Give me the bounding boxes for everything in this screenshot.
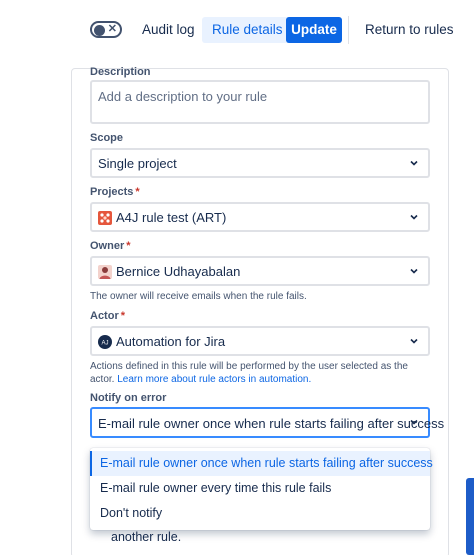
description-placeholder: Add a description to your rule [98, 89, 268, 104]
rule-toolbar: ✕ Audit log Rule details Update Return t… [0, 0, 474, 60]
rule-details-button[interactable]: Rule details [202, 17, 293, 43]
rule-enabled-toggle[interactable]: ✕ [90, 21, 122, 38]
actor-value: Automation for Jira [116, 334, 226, 349]
return-to-rules-button[interactable]: Return to rules [355, 17, 464, 43]
notify-option[interactable]: Don't notify [90, 501, 430, 526]
chevron-down-icon [410, 160, 418, 166]
chevron-down-icon [410, 214, 418, 220]
owner-label: Owner * [90, 240, 131, 252]
owner-select[interactable]: Bernice Udhayabalan [90, 256, 430, 286]
notify-value: E-mail rule owner once when rule starts … [98, 416, 445, 431]
toolbar-divider [348, 16, 349, 44]
toggle-off-icon: ✕ [107, 23, 117, 35]
actor-label-text: Actor [90, 310, 119, 322]
description-label: Description [90, 66, 151, 78]
side-panel-edge [466, 478, 474, 555]
notify-option[interactable]: E-mail rule owner once when rule starts … [90, 451, 433, 476]
required-marker: * [135, 186, 140, 198]
project-icon [98, 211, 112, 225]
owner-help-text: The owner will receive emails when the r… [90, 291, 307, 302]
update-button[interactable]: Update [286, 17, 342, 43]
description-textarea[interactable]: Add a description to your rule [90, 80, 430, 124]
rule-actors-help-link[interactable]: Learn more about rule actors in automati… [117, 374, 311, 385]
notify-options-menu: E-mail rule owner once when rule starts … [90, 448, 433, 530]
notify-option[interactable]: E-mail rule owner every time this rule f… [90, 476, 430, 501]
scope-select[interactable]: Single project [90, 148, 430, 178]
owner-label-text: Owner [90, 240, 125, 252]
user-avatar-icon [98, 265, 112, 279]
actor-help-text: Actions defined in this rule will be per… [90, 360, 430, 386]
notify-select[interactable]: E-mail rule owner once when rule starts … [90, 407, 444, 438]
projects-label-text: Projects [90, 186, 134, 198]
automation-avatar-icon: AJ [98, 335, 112, 349]
scope-label: Scope [90, 132, 124, 144]
notify-label: Notify on error [90, 392, 167, 404]
avatar-initials: AJ [101, 341, 108, 347]
scope-value: Single project [98, 156, 177, 171]
projects-select[interactable]: A4J rule test (ART) [90, 202, 430, 232]
owner-value: Bernice Udhayabalan [116, 264, 241, 279]
actor-select[interactable]: AJ Automation for Jira [90, 326, 430, 356]
chevron-down-icon [410, 268, 418, 274]
partially-hidden-text: another rule. [111, 530, 182, 544]
projects-label: Projects * [90, 186, 140, 198]
projects-value: A4J rule test (ART) [116, 210, 227, 225]
chevron-down-icon [410, 419, 418, 425]
required-marker: * [126, 240, 131, 252]
actor-label: Actor * [90, 310, 125, 322]
audit-log-button[interactable]: Audit log [132, 17, 205, 43]
chevron-down-icon [410, 338, 418, 344]
required-marker: * [120, 310, 126, 322]
toggle-knob [94, 24, 105, 36]
